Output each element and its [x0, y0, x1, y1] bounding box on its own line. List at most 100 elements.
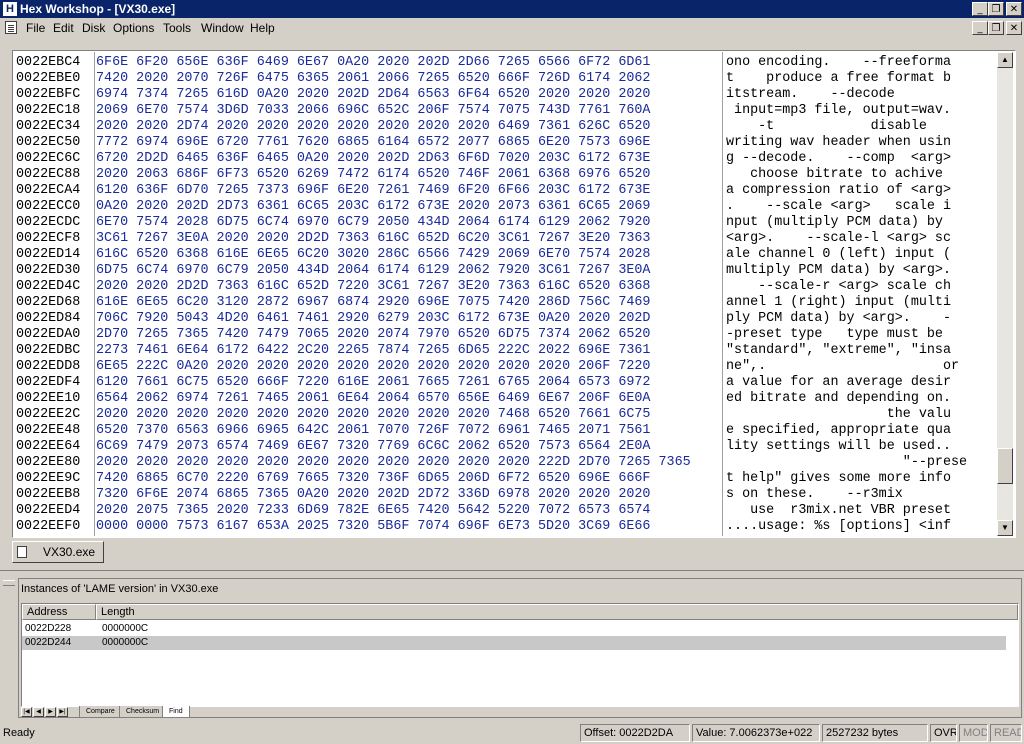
hex-row-bytes[interactable]: 616C 6520 6368 616E 6E65 6C20 3020 286C … [96, 247, 650, 263]
hex-row-text[interactable]: multiply PCM data) by <arg>. [726, 263, 951, 279]
hex-row-text[interactable]: itstream. --decode [726, 87, 943, 103]
hex-row-bytes[interactable]: 6564 2062 6974 7261 7465 2061 6E64 2064 … [96, 391, 650, 407]
hex-row-text[interactable]: writing wav header when usin [726, 135, 951, 151]
hex-row-text[interactable]: annel 1 (right) input (multi [726, 295, 951, 311]
hex-editor-view[interactable]: 0022EBC4 6F6E 6F20 656E 636F 6469 6E67 0A… [14, 52, 997, 536]
hex-row-bytes[interactable]: 2020 2020 2D74 2020 2020 2020 2020 2020 … [96, 119, 650, 135]
hex-row-text[interactable]: s on these. --r3mix [726, 487, 951, 503]
tab-checksum[interactable]: Checksum [119, 706, 167, 718]
hex-row-bytes[interactable]: 6720 2D2D 6465 636F 6465 0A20 2020 202D … [96, 151, 650, 167]
hex-row-text[interactable]: nput (multiply PCM data) by [726, 215, 951, 231]
hex-row-text[interactable]: ply PCM data) by <arg>. - [726, 311, 951, 327]
next-tab-icon[interactable]: ▶ [45, 707, 56, 717]
hex-row-bytes[interactable]: 6520 7370 6563 6966 6965 642C 2061 7070 … [96, 423, 650, 439]
menu-options[interactable]: Options [113, 21, 154, 35]
hex-row-bytes[interactable]: 7420 6865 6C70 2220 6769 7665 7320 736F … [96, 471, 650, 487]
scroll-thumb[interactable] [997, 448, 1013, 484]
result-length: 0000000C [102, 623, 149, 634]
hex-row-bytes[interactable]: 6E70 7574 2028 6D75 6C74 6970 6C79 2050 … [96, 215, 650, 231]
hex-row-text[interactable]: "standard", "extreme", "insa [726, 343, 951, 359]
hex-row-text[interactable]: lity settings will be used.. [726, 439, 951, 455]
hex-row-bytes[interactable]: 6120 7661 6C75 6520 666F 7220 616E 2061 … [96, 375, 650, 391]
hex-row-bytes[interactable]: 6974 7374 7265 616D 0A20 2020 202D 2D64 … [96, 87, 650, 103]
document-tab-vx30[interactable]: VX30.exe [12, 541, 104, 563]
panel-splitter[interactable] [0, 570, 1024, 576]
hex-row-bytes[interactable]: 6120 636F 6D70 7265 7373 696F 6E20 7261 … [96, 183, 650, 199]
hex-row-text[interactable]: input=mp3 file, output=wav. [726, 103, 951, 119]
menu-window[interactable]: Window [201, 21, 244, 35]
menu-file[interactable]: File [26, 21, 45, 35]
list-item[interactable]: 0022D228 0000000C [22, 622, 1006, 636]
tab-find[interactable]: Find [162, 706, 190, 718]
hex-row-text[interactable]: t help" gives some more info [726, 471, 951, 487]
hex-row-bytes[interactable]: 2020 2075 7365 2020 7233 6D69 782E 6E65 … [96, 503, 650, 519]
hex-row-text[interactable]: --scale-r <arg> scale ch [726, 279, 951, 295]
last-tab-icon[interactable]: ▶| [57, 707, 68, 717]
hex-row-bytes[interactable]: 706C 7920 5043 4D20 6461 7461 2920 6279 … [96, 311, 650, 327]
column-header-length[interactable]: Length [96, 604, 1018, 620]
doc-minimize-button[interactable]: _ [972, 21, 988, 35]
hex-row-text[interactable]: -t disable [726, 119, 935, 135]
hex-row-bytes[interactable]: 616E 6E65 6C20 3120 2872 6967 6874 2920 … [96, 295, 650, 311]
doc-close-button[interactable]: ✕ [1006, 21, 1022, 35]
hex-row-text[interactable]: ....usage: %s [options] <inf [726, 519, 951, 535]
status-ready: Ready [3, 727, 35, 739]
hex-row-bytes[interactable]: 6C69 7479 2073 6574 7469 6E67 7320 7769 … [96, 439, 650, 455]
hex-row-bytes[interactable]: 0000 0000 7573 6167 653A 2025 7320 5B6F … [96, 519, 650, 535]
hex-row-bytes[interactable]: 6F6E 6F20 656E 636F 6469 6E67 0A20 2020 … [96, 55, 650, 71]
hex-row-text[interactable]: e specified, appropriate qua [726, 423, 951, 439]
doc-restore-button[interactable]: ❐ [988, 21, 1004, 35]
menu-tools[interactable]: Tools [163, 21, 191, 35]
list-item-selected[interactable]: 0022D244 0000000C [22, 636, 1006, 650]
restore-button[interactable]: ❐ [988, 2, 1004, 16]
hex-row-bytes[interactable]: 6E65 222C 0A20 2020 2020 2020 2020 2020 … [96, 359, 650, 375]
hex-row-text[interactable]: use r3mix.net VBR preset [726, 503, 951, 519]
hex-row-text[interactable]: "--prese [726, 455, 967, 471]
hex-row-bytes[interactable]: 2273 7461 6E64 6172 6422 2C20 2265 7874 … [96, 343, 650, 359]
address-separator [94, 52, 95, 536]
scroll-down-arrow-icon[interactable]: ▼ [997, 520, 1013, 536]
hex-row-bytes[interactable]: 2069 6E70 7574 3D6D 7033 2066 696C 652C … [96, 103, 650, 119]
hex-row-bytes[interactable]: 6D75 6C74 6970 6C79 2050 434D 2064 6174 … [96, 263, 650, 279]
hex-row-bytes[interactable]: 7772 6974 696E 6720 7761 7620 6865 6164 … [96, 135, 650, 151]
hex-row-text[interactable]: ed bitrate and depending on. [726, 391, 951, 407]
column-header-address[interactable]: Address [22, 604, 96, 620]
hex-row-text[interactable]: choose bitrate to achive [726, 167, 951, 183]
menu-disk[interactable]: Disk [82, 21, 105, 35]
minimize-button[interactable]: _ [972, 2, 988, 16]
hex-row-bytes[interactable]: 2D70 7265 7365 7420 7479 7065 2020 2074 … [96, 327, 650, 343]
hex-row-bytes[interactable]: 2020 2063 686F 6F73 6520 6269 7472 6174 … [96, 167, 650, 183]
hex-row-address: 0022EEF0 [16, 519, 81, 534]
hex-row-text[interactable]: a value for an average desir [726, 375, 951, 391]
hex-row-bytes[interactable]: 2020 2020 2D2D 7363 616C 652D 7220 3C61 … [96, 279, 650, 295]
tab-compare[interactable]: Compare [79, 706, 122, 718]
close-button[interactable]: ✕ [1006, 2, 1022, 16]
hex-row-bytes[interactable]: 2020 2020 2020 2020 2020 2020 2020 2020 … [96, 455, 691, 471]
hex-row-text[interactable]: g --decode. --comp <arg> [726, 151, 951, 167]
hex-row-text[interactable]: ono encoding. --freeforma [726, 55, 951, 71]
hex-row-text[interactable]: the valu [726, 407, 951, 423]
document-system-menu-icon[interactable] [5, 21, 17, 34]
hex-row-text[interactable]: -preset type type must be [726, 327, 951, 343]
hex-row-text[interactable]: t produce a free format b [726, 71, 951, 87]
hex-row-bytes[interactable]: 2020 2020 2020 2020 2020 2020 2020 2020 … [96, 407, 650, 423]
menu-help[interactable]: Help [250, 21, 275, 35]
hex-row-text[interactable]: ne",. or [726, 359, 967, 375]
hex-row-bytes[interactable]: 7320 6F6E 2074 6865 7365 0A20 2020 202D … [96, 487, 650, 503]
hex-row-text[interactable]: . --scale <arg> scale i [726, 199, 951, 215]
dock-grip[interactable] [3, 580, 15, 586]
results-list[interactable]: Address Length 0022D228 0000000C 0022D24… [21, 603, 1019, 707]
first-tab-icon[interactable]: |◀ [21, 707, 32, 717]
hex-row-text[interactable]: ale channel 0 (left) input ( [726, 247, 951, 263]
prev-tab-icon[interactable]: ◀ [33, 707, 44, 717]
scroll-up-arrow-icon[interactable]: ▲ [997, 52, 1013, 68]
hex-row-text[interactable]: a compression ratio of <arg> [726, 183, 951, 199]
menu-edit[interactable]: Edit [53, 21, 74, 35]
hex-row-address: 0022EDD8 [16, 359, 81, 374]
status-bar: Ready Offset: 0022D2DA Value: 7.0062373e… [0, 722, 1024, 744]
hex-row-text[interactable]: <arg>. --scale-l <arg> sc [726, 231, 951, 247]
hex-row-bytes[interactable]: 0A20 2020 202D 2D73 6361 6C65 203C 6172 … [96, 199, 650, 215]
vertical-scrollbar[interactable]: ▲ ▼ [997, 52, 1013, 536]
hex-row-bytes[interactable]: 7420 2020 2070 726F 6475 6365 2061 2066 … [96, 71, 650, 87]
hex-row-bytes[interactable]: 3C61 7267 3E0A 2020 2020 2D2D 7363 616C … [96, 231, 650, 247]
